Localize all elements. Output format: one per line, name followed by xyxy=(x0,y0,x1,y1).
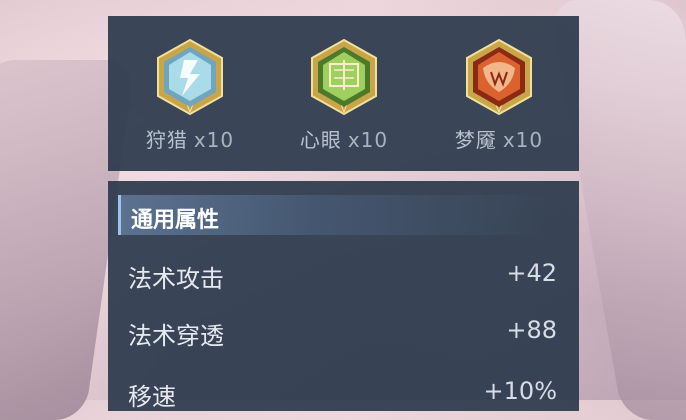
attribute-row: 移速 +10% xyxy=(128,377,557,417)
rune-summary-panel: V 狩猎 x10 V 心眼 x10 V 梦魇 x10 xyxy=(108,16,579,171)
nightmare-rune-icon: V xyxy=(466,38,532,116)
hunt-rune-icon: V xyxy=(157,38,223,116)
attribute-name: 法术攻击 xyxy=(128,265,224,293)
attributes-title: 通用属性 xyxy=(131,208,220,233)
attribute-name: 移速 xyxy=(128,383,176,411)
attribute-value: +42 xyxy=(506,259,557,287)
rune-name: 狩猎 xyxy=(145,128,188,152)
svg-text:V: V xyxy=(341,105,348,115)
svg-text:V: V xyxy=(187,105,194,115)
attribute-row: 法术攻击 +42 xyxy=(128,259,557,299)
attribute-value: +10% xyxy=(483,377,557,405)
rune-item-nightmare[interactable]: V 梦魇 x10 xyxy=(439,38,559,153)
attribute-row: 法术穿透 +88 xyxy=(128,316,557,356)
attribute-name: 法术穿透 xyxy=(128,322,224,350)
rune-name: 梦魇 xyxy=(454,128,497,152)
rune-item-hunt[interactable]: V 狩猎 x10 xyxy=(130,38,250,153)
rune-name: 心眼 xyxy=(299,128,342,152)
rune-item-insight[interactable]: V 心眼 x10 xyxy=(284,38,404,153)
insight-rune-icon: V xyxy=(311,38,377,116)
rune-count: x10 xyxy=(347,128,389,152)
attributes-header: 通用属性 xyxy=(118,195,551,235)
rune-count: x10 xyxy=(502,128,544,152)
svg-text:V: V xyxy=(496,105,503,115)
attribute-value: +88 xyxy=(506,316,557,344)
attributes-panel: 通用属性 法术攻击 +42 法术穿透 +88 移速 +10% xyxy=(108,181,579,411)
rune-count: x10 xyxy=(193,128,235,152)
